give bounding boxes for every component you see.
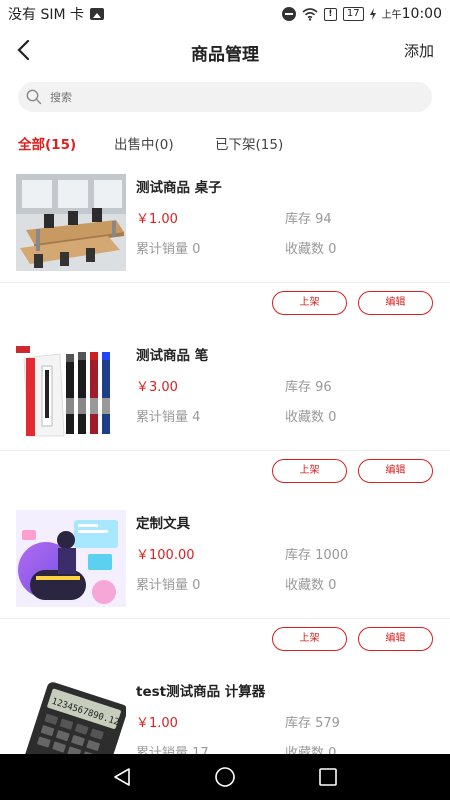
product-card[interactable]: 测试商品 桌子 ￥1.00 库存 94 累计销量 0 收藏数 0	[0, 160, 450, 282]
product-stock: 库存 96	[285, 380, 332, 395]
product-stock: 库存 579	[285, 716, 340, 731]
edit-button[interactable]: 编辑	[358, 459, 433, 483]
product-name: 测试商品 桌子	[136, 180, 222, 196]
product-favorites: 收藏数 0	[285, 242, 337, 257]
alert-icon: !	[323, 7, 337, 21]
product-sales: 累计销量 0	[136, 578, 201, 593]
product-card[interactable]: 定制文具 ￥100.00 库存 1000 累计销量 0 收藏数 0	[0, 496, 450, 618]
tab-off-shelf[interactable]: 已下架(15)	[215, 133, 283, 153]
product-item: 测试商品 笔 ￥3.00 库存 96 累计销量 4 收藏数 0 上架 编辑	[0, 328, 450, 496]
product-sales: 累计销量 0	[136, 242, 201, 257]
carrier-text: 没有 SIM 卡	[8, 7, 84, 23]
product-price: ￥3.00	[136, 380, 178, 395]
search-icon	[26, 89, 42, 105]
status-bar: 没有 SIM 卡 ! 17 上午10:00	[0, 0, 450, 28]
product-price: ￥1.00	[136, 716, 178, 731]
square-recents-icon	[319, 768, 338, 786]
product-item: 定制文具 ￥100.00 库存 1000 累计销量 0 收藏数 0 上架 编辑	[0, 496, 450, 664]
do-not-disturb-icon	[281, 7, 296, 21]
tab-all[interactable]: 全部(15)	[18, 133, 76, 153]
list-on-shelf-button[interactable]: 上架	[272, 291, 347, 315]
nav-home-button[interactable]	[213, 765, 237, 789]
product-favorites: 收藏数 0	[285, 746, 337, 754]
product-stock: 库存 94	[285, 212, 332, 227]
product-list[interactable]: 测试商品 桌子 ￥1.00 库存 94 累计销量 0 收藏数 0 上架 编辑 测…	[0, 160, 450, 754]
list-on-shelf-button[interactable]: 上架	[272, 459, 347, 483]
search-bar[interactable]	[18, 82, 432, 112]
filter-tabs: 全部(15) 出售中(0) 已下架(15)	[0, 133, 450, 157]
triangle-back-icon	[113, 768, 130, 786]
pens-box-image	[16, 342, 126, 439]
app-header: 商品管理 添加	[0, 28, 450, 74]
calculator-image: 1234567890.12	[16, 678, 126, 754]
divider	[0, 282, 450, 283]
product-card[interactable]: 1234567890.12 test测试商品 计算器 ￥1.00 库存 579 …	[0, 664, 450, 754]
product-sales: 累计销量 17	[136, 746, 209, 754]
system-nav-bar	[0, 754, 450, 800]
product-item: 1234567890.12 test测试商品 计算器 ￥1.00 库存 579 …	[0, 664, 450, 754]
nav-back-button[interactable]	[110, 765, 134, 789]
wifi-icon	[302, 7, 318, 21]
divider	[0, 618, 450, 619]
time-prefix: 上午	[381, 10, 402, 21]
time-text: 10:00	[401, 6, 442, 22]
product-stock: 库存 1000	[285, 548, 349, 563]
edit-button[interactable]: 编辑	[358, 627, 433, 651]
product-card[interactable]: 测试商品 笔 ￥3.00 库存 96 累计销量 4 收藏数 0	[0, 328, 450, 450]
product-name: 测试商品 笔	[136, 348, 209, 364]
charging-icon	[369, 8, 376, 20]
add-button[interactable]: 添加	[404, 40, 434, 61]
product-favorites: 收藏数 0	[285, 578, 337, 593]
product-name: 定制文具	[136, 516, 190, 532]
circle-home-icon	[215, 767, 235, 787]
product-name: test测试商品 计算器	[136, 684, 266, 700]
page-title: 商品管理	[191, 45, 259, 65]
product-price: ￥1.00	[136, 212, 178, 227]
clock: 上午10:00	[382, 6, 442, 22]
edit-button[interactable]: 编辑	[358, 291, 433, 315]
product-sales: 累计销量 4	[136, 410, 201, 425]
search-input[interactable]	[50, 90, 390, 104]
image-notification-icon	[90, 8, 104, 20]
divider	[0, 450, 450, 451]
list-on-shelf-button[interactable]: 上架	[272, 627, 347, 651]
screen: 没有 SIM 卡 ! 17 上午10:00 商品管理 添加 搜索 全部(15) …	[0, 0, 450, 800]
tab-on-sale[interactable]: 出售中(0)	[114, 133, 174, 153]
battery-icon: 17	[342, 7, 364, 21]
office-desks-image	[16, 174, 126, 271]
stationery-illustration-image	[16, 510, 126, 607]
product-price: ￥100.00	[136, 548, 195, 563]
product-item: 测试商品 桌子 ￥1.00 库存 94 累计销量 0 收藏数 0 上架 编辑	[0, 160, 450, 328]
nav-recents-button[interactable]	[316, 765, 340, 789]
product-favorites: 收藏数 0	[285, 410, 337, 425]
